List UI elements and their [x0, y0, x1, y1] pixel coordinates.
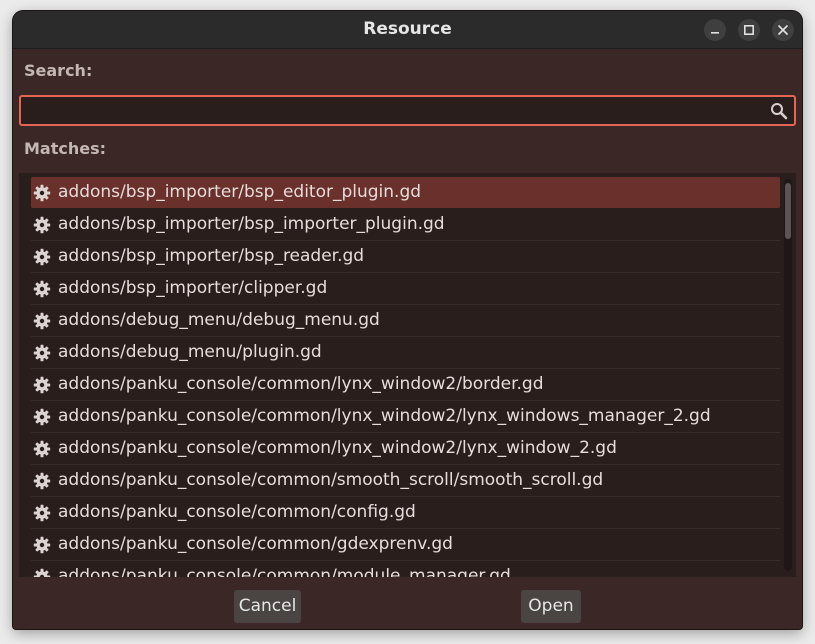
list-item[interactable]: addons/panku_console/common/lynx_window2… [31, 369, 780, 401]
list-item[interactable]: addons/bsp_importer/bsp_editor_plugin.gd [31, 177, 780, 208]
file-path: addons/bsp_importer/bsp_editor_plugin.gd [58, 182, 422, 202]
list-item[interactable]: addons/debug_menu/debug_menu.gd [31, 305, 780, 337]
file-path: addons/panku_console/common/smooth_scrol… [58, 470, 604, 490]
search-field[interactable] [19, 95, 796, 126]
gear-icon [33, 280, 51, 302]
scrollbar-thumb[interactable] [785, 183, 791, 239]
file-path: addons/bsp_importer/bsp_importer_plugin.… [58, 214, 445, 234]
file-path: addons/debug_menu/plugin.gd [58, 342, 322, 362]
close-button[interactable] [772, 19, 794, 41]
gear-icon [33, 248, 51, 270]
file-path: addons/bsp_importer/clipper.gd [58, 278, 328, 298]
list-item[interactable]: addons/panku_console/common/lynx_window2… [31, 401, 780, 433]
file-path: addons/panku_console/common/module_manag… [58, 566, 511, 577]
search-label: Search: [24, 61, 93, 80]
gear-icon [33, 344, 51, 366]
file-path: addons/panku_console/common/lynx_window2… [58, 438, 617, 458]
file-path: addons/bsp_importer/bsp_reader.gd [58, 246, 365, 266]
open-button[interactable]: Open [521, 590, 581, 623]
list-item[interactable]: addons/bsp_importer/clipper.gd [31, 273, 780, 305]
search-icon[interactable] [770, 102, 788, 124]
minimize-icon [711, 32, 719, 34]
list-item[interactable]: addons/panku_console/common/config.gd [31, 497, 780, 529]
list-item[interactable]: addons/panku_console/common/module_manag… [31, 561, 780, 577]
search-input[interactable] [21, 97, 773, 124]
gear-icon [33, 184, 51, 206]
list-item[interactable]: addons/debug_menu/plugin.gd [31, 337, 780, 369]
file-path: addons/panku_console/common/lynx_window2… [58, 374, 544, 394]
list-item[interactable]: addons/panku_console/common/lynx_window2… [31, 433, 780, 465]
minimize-button[interactable] [704, 19, 726, 41]
gear-icon [33, 216, 51, 238]
gear-icon [33, 536, 51, 558]
close-icon [778, 25, 788, 35]
title-bar[interactable]: Resource [13, 11, 802, 49]
scrollbar[interactable] [784, 179, 792, 571]
list-item[interactable]: addons/panku_console/common/gdexprenv.gd [31, 529, 780, 561]
dialog-content: Search: Matches: addons/bsp_importer/bsp… [13, 49, 802, 629]
gear-icon [33, 312, 51, 334]
file-path: addons/debug_menu/debug_menu.gd [58, 310, 380, 330]
gear-icon [33, 504, 51, 526]
gear-icon [33, 568, 51, 577]
gear-icon [33, 408, 51, 430]
matches-list[interactable]: addons/bsp_importer/bsp_editor_plugin.gd… [19, 173, 796, 577]
list-item[interactable]: addons/panku_console/common/smooth_scrol… [31, 465, 780, 497]
file-path: addons/panku_console/common/config.gd [58, 502, 416, 522]
gear-icon [33, 440, 51, 462]
list-item[interactable]: addons/bsp_importer/bsp_reader.gd [31, 241, 780, 273]
matches-label: Matches: [24, 139, 107, 158]
resource-dialog: Resource Search: Matches: addons/bsp_imp… [13, 11, 802, 629]
gear-icon [33, 472, 51, 494]
list-item[interactable]: addons/bsp_importer/bsp_importer_plugin.… [31, 209, 780, 241]
cancel-button[interactable]: Cancel [234, 590, 301, 623]
window-title: Resource [363, 19, 452, 39]
gear-icon [33, 376, 51, 398]
file-path: addons/panku_console/common/gdexprenv.gd [58, 534, 453, 554]
file-path: addons/panku_console/common/lynx_window2… [58, 406, 711, 426]
maximize-button[interactable] [738, 19, 760, 41]
maximize-icon [744, 25, 754, 35]
